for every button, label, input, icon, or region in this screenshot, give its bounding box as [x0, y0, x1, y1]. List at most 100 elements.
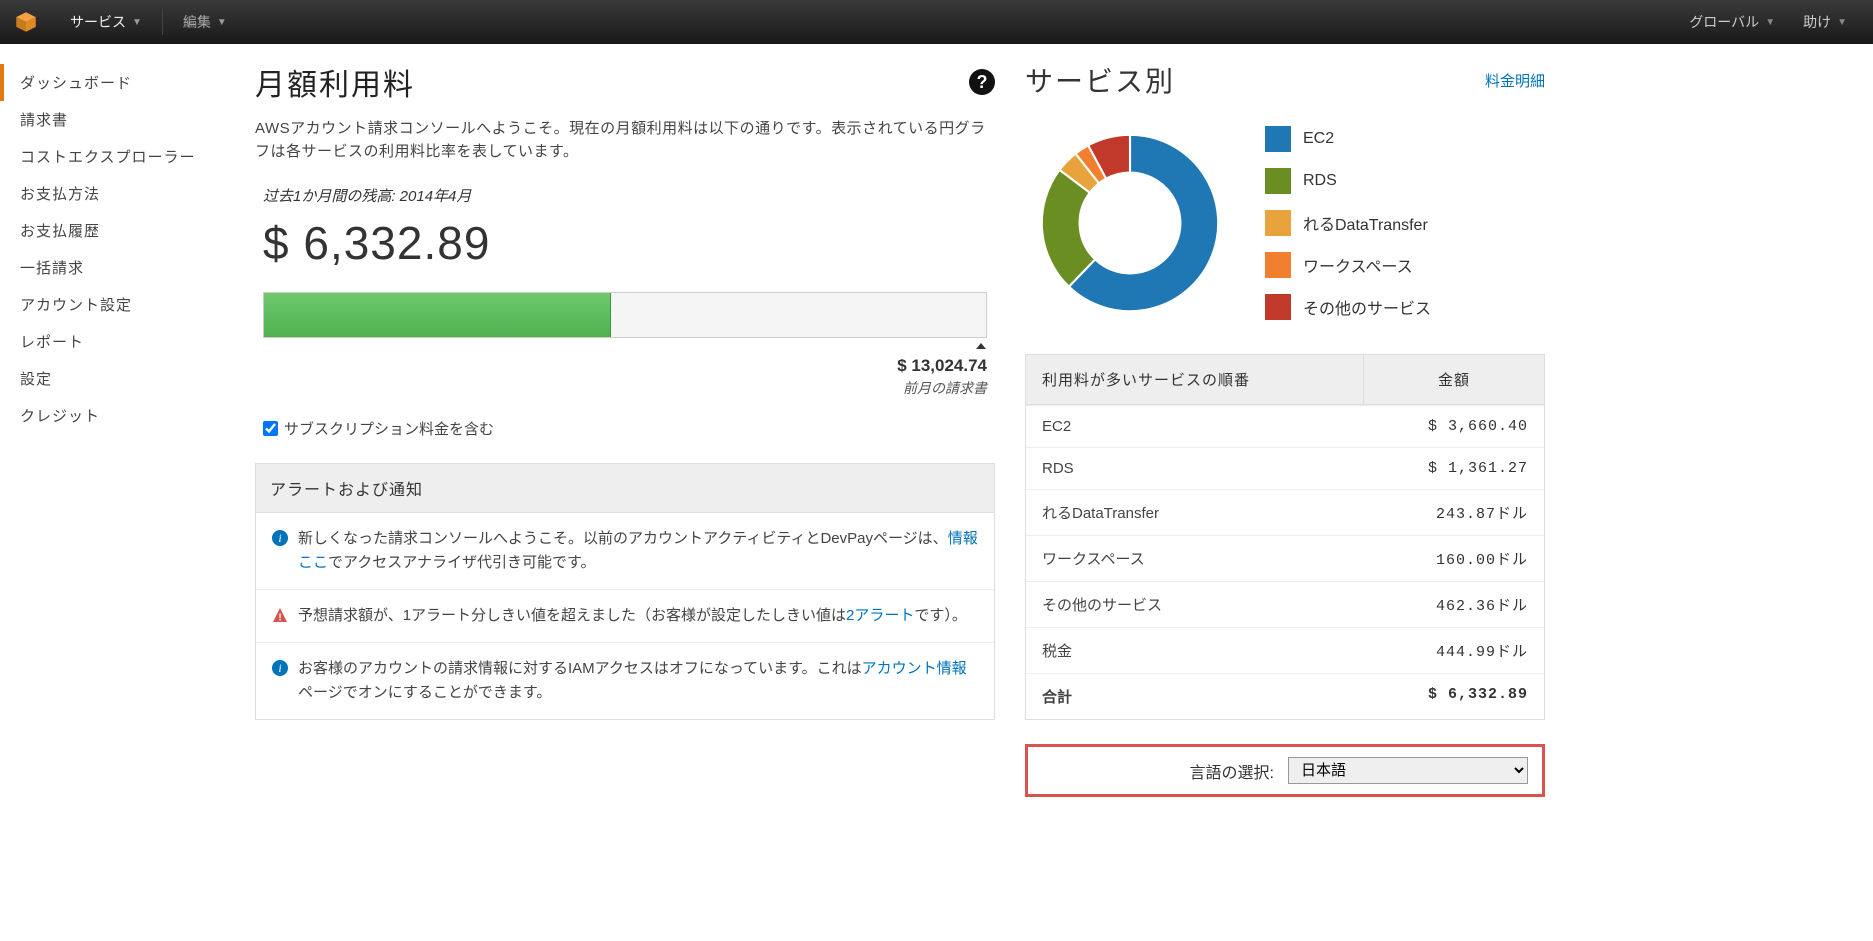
prev-bill-label: 前月の請求書 [263, 378, 987, 398]
warning-icon: ! [272, 607, 288, 623]
page-title: 月額利用料 [255, 60, 415, 104]
chart-legend: EC2 RDS れるDataTransfer ワークスペースその他のサービス [1265, 126, 1431, 320]
detail-link[interactable]: 料金明細 [1485, 70, 1545, 91]
legend-item: その他のサービス [1265, 294, 1431, 320]
divider [162, 9, 163, 35]
legend-label: RDS [1303, 172, 1337, 190]
language-select[interactable]: 日本語 [1288, 757, 1528, 784]
help-icon[interactable]: ? [969, 69, 995, 95]
table-header-amount: 金額 [1364, 355, 1544, 404]
legend-label: その他のサービス [1303, 295, 1431, 319]
region-menu[interactable]: グローバル ▼ [1675, 12, 1789, 32]
svg-text:i: i [278, 531, 281, 545]
legend-label: EC2 [1303, 130, 1334, 148]
cell-amount: 462.36ドル [1364, 582, 1544, 627]
svg-text:i: i [278, 661, 281, 675]
sidebar-item[interactable]: アカウント設定 [0, 286, 245, 323]
alert-text: 予想請求額が、1アラート分しきい値を超えました（お客様が設定したしきい値は2アラ… [298, 604, 967, 628]
cell-service: 税金 [1026, 628, 1364, 673]
sidebar-item[interactable]: お支払方法 [0, 175, 245, 212]
balance-caption: 过去1か月間の残高: 2014年4月 [263, 185, 987, 206]
svg-text:!: ! [278, 613, 281, 624]
region-label: グローバル [1689, 12, 1759, 32]
legend-swatch [1265, 294, 1291, 320]
language-label: 言語の選択: [1190, 759, 1274, 783]
legend-swatch [1265, 210, 1291, 236]
chevron-down-icon: ▼ [132, 17, 142, 28]
chevron-down-icon: ▼ [1765, 17, 1775, 28]
usage-progress-fill [264, 293, 611, 337]
services-label: サービス [70, 12, 126, 32]
legend-swatch [1265, 252, 1291, 278]
chevron-down-icon: ▼ [1837, 17, 1847, 28]
sidebar-item[interactable]: 一括請求 [0, 249, 245, 286]
intro-text: AWSアカウント請求コンソールへようこそ。現在の月額利用料は以下の通りです。表示… [255, 118, 995, 163]
alert-row: i 新しくなった請求コンソールへようこそ。以前のアカウントアクティビティとDevP… [256, 513, 994, 589]
alert-link[interactable]: 2アラート [846, 607, 914, 624]
table-row: その他のサービス462.36ドル [1026, 581, 1544, 627]
cell-amount: 243.87ドル [1364, 490, 1544, 535]
legend-swatch [1265, 168, 1291, 194]
table-row-total: 合計$ 6,332.89 [1026, 673, 1544, 719]
cell-amount: $ 1,361.27 [1364, 448, 1544, 489]
cell-total-amount: $ 6,332.89 [1364, 674, 1544, 719]
cell-service: EC2 [1026, 406, 1364, 447]
legend-item: れるDataTransfer [1265, 210, 1431, 236]
service-donut-chart [1025, 118, 1235, 328]
include-subscription-label: サブスクリプション料金を含む [284, 418, 494, 439]
info-icon: i [272, 530, 288, 546]
edit-label: 編集 [183, 12, 211, 32]
sidebar-item[interactable]: 請求書 [0, 101, 245, 138]
top-nav: サービス ▼ 編集 ▼ グローバル ▼ 助け ▼ [0, 0, 1873, 44]
language-selector-row: 言語の選択: 日本語 [1025, 744, 1545, 797]
edit-menu[interactable]: 編集 ▼ [169, 0, 241, 44]
legend-item: EC2 [1265, 126, 1431, 152]
marker-icon [976, 343, 986, 349]
chevron-down-icon: ▼ [217, 17, 227, 28]
by-service-title: サービス別 [1025, 60, 1175, 100]
alerts-header: アラートおよび通知 [256, 464, 994, 513]
cell-service: その他のサービス [1026, 582, 1364, 627]
legend-swatch [1265, 126, 1291, 152]
cell-service: れるDataTransfer [1026, 490, 1364, 535]
sidebar: ダッシュボード請求書コストエクスプローラーお支払方法お支払履歴一括請求アカウント… [0, 44, 245, 797]
alert-link[interactable]: 情報ここ [298, 530, 978, 571]
include-subscription-input[interactable] [263, 421, 278, 436]
services-menu[interactable]: サービス ▼ [56, 0, 156, 44]
table-header-service: 利用料が多いサービスの順番 [1026, 355, 1364, 404]
alert-row: ! 予想請求額が、1アラート分しきい値を超えました（お客様が設定したしきい値は2ア… [256, 589, 994, 642]
sidebar-item[interactable]: クレジット [0, 397, 245, 434]
cell-amount: $ 3,660.40 [1364, 406, 1544, 447]
legend-item: ワークスペース [1265, 252, 1431, 278]
balance-amount: $ 6,332.89 [263, 216, 987, 270]
help-label: 助け [1803, 12, 1831, 32]
alert-row: i お客様のアカウントの請求情報に対するIAMアクセスはオフになっています。これは… [256, 642, 994, 719]
alert-text: 新しくなった請求コンソールへようこそ。以前のアカウントアクティビティとDevPa… [298, 527, 978, 575]
table-row: ワークスペース160.00ドル [1026, 535, 1544, 581]
legend-label: ワークスペース [1303, 253, 1413, 277]
cell-service: ワークスペース [1026, 536, 1364, 581]
cell-amount: 160.00ドル [1364, 536, 1544, 581]
sidebar-item[interactable]: コストエクスプローラー [0, 138, 245, 175]
prev-bill-amount: $ 13,024.74 [263, 356, 987, 376]
help-menu[interactable]: 助け ▼ [1789, 12, 1861, 32]
table-row: RDS$ 1,361.27 [1026, 447, 1544, 489]
table-row: EC2$ 3,660.40 [1026, 405, 1544, 447]
alert-link[interactable]: アカウント情報 [862, 660, 967, 677]
cell-total-label: 合計 [1026, 674, 1364, 719]
sidebar-item[interactable]: 設定 [0, 360, 245, 397]
service-table: 利用料が多いサービスの順番 金額 EC2$ 3,660.40RDS$ 1,361… [1025, 354, 1545, 720]
aws-logo-icon[interactable] [12, 8, 40, 36]
table-row: 税金444.99ドル [1026, 627, 1544, 673]
include-subscription-checkbox[interactable]: サブスクリプション料金を含む [263, 418, 987, 439]
usage-progress-bar [263, 292, 987, 338]
alert-text: お客様のアカウントの請求情報に対するIAMアクセスはオフになっています。これはア… [298, 657, 978, 705]
legend-label: れるDataTransfer [1303, 211, 1428, 235]
sidebar-item[interactable]: レポート [0, 323, 245, 360]
table-row: れるDataTransfer243.87ドル [1026, 489, 1544, 535]
info-icon: i [272, 660, 288, 676]
sidebar-item[interactable]: お支払履歴 [0, 212, 245, 249]
cell-service: RDS [1026, 448, 1364, 489]
alerts-panel: アラートおよび通知 i 新しくなった請求コンソールへようこそ。以前のアカウントアク… [255, 463, 995, 720]
sidebar-item[interactable]: ダッシュボード [0, 64, 245, 101]
